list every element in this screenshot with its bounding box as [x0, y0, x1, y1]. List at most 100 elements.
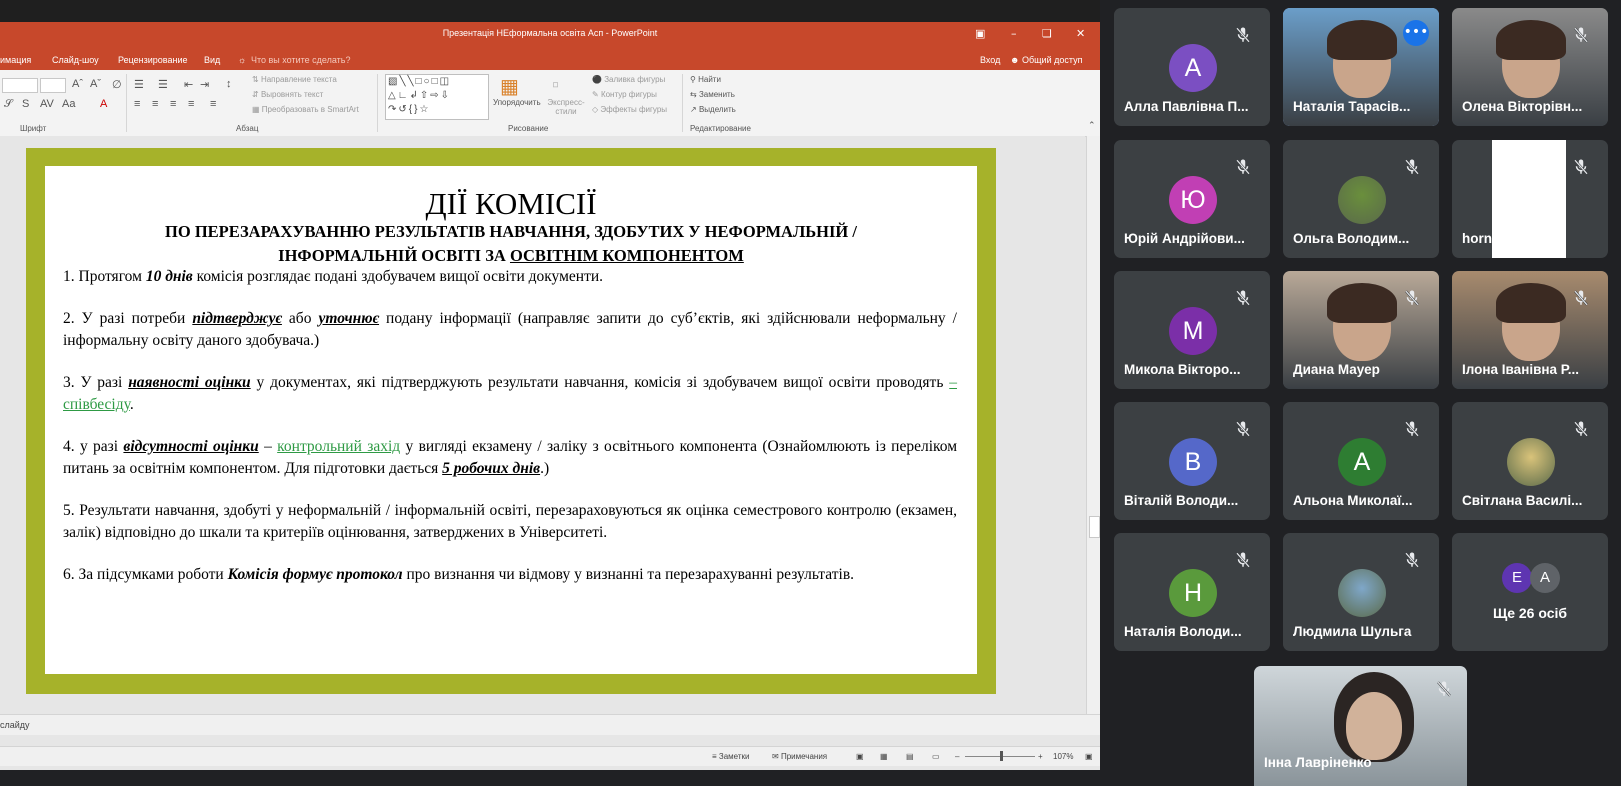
collapse-ribbon-icon[interactable]: ⌃: [1088, 120, 1096, 131]
ribbon-shape-fill[interactable]: ⚫ Заливка фигуры: [592, 75, 665, 84]
avatar-photo: [1338, 569, 1386, 617]
outdent-icon[interactable]: ⇥: [200, 78, 209, 91]
mic-off-icon: [1574, 421, 1588, 437]
case-icon[interactable]: Aa: [62, 98, 75, 110]
mic-off-icon: [1574, 27, 1588, 43]
comments-label: Примечания: [780, 752, 828, 761]
scroll-thumb[interactable]: [1089, 516, 1100, 538]
comments-button[interactable]: ✉ Примечания: [772, 752, 827, 761]
arrange-button[interactable]: Упорядочить: [493, 98, 541, 107]
signin-link[interactable]: Вход: [980, 55, 1000, 65]
slideshow-view-icon[interactable]: ▭: [932, 752, 940, 761]
status-bar-bottom: ≡ Заметки ✉ Примечания ▣ ▦ ▤ ▭ – + 107% …: [0, 746, 1100, 766]
ribbon-smartart[interactable]: ▦ Преобразовать в SmartArt: [252, 105, 359, 114]
ribbon-display-icon[interactable]: ▣: [975, 27, 985, 40]
item-1-b: 10 днів: [145, 268, 193, 285]
text-direction-icon: ⇅: [252, 75, 261, 84]
font-grow-icon[interactable]: Aˆ: [72, 78, 83, 90]
font-color-icon[interactable]: A: [100, 98, 107, 110]
participant-hair: [1327, 283, 1397, 323]
menu-review[interactable]: Рецензирование: [118, 55, 188, 65]
restore-icon[interactable]: ❏: [1042, 27, 1052, 40]
participant-name: Наталія Володи...: [1124, 624, 1242, 639]
participant-tile[interactable]: А Алла Павлівна П...: [1114, 8, 1270, 126]
reading-view-icon[interactable]: ▤: [906, 752, 914, 761]
sorter-view-icon[interactable]: ▦: [880, 752, 888, 761]
share-button[interactable]: Общий доступ: [1022, 55, 1082, 65]
more-participants-tile[interactable]: Е А Ще 26 осіб: [1452, 533, 1608, 651]
menu-animation[interactable]: имация: [0, 55, 31, 65]
item-1: 1. Протягом 10 днів комісія розглядає по…: [63, 266, 957, 288]
align-center-icon[interactable]: ≡: [152, 98, 158, 110]
zoom-in-icon[interactable]: +: [1038, 752, 1043, 761]
zoom-slider-thumb[interactable]: [1000, 751, 1003, 761]
quick-styles-button[interactable]: Экспресс-стили: [545, 98, 587, 116]
ribbon-shape-effects[interactable]: ◇ Эффекты фигуры: [592, 105, 667, 114]
participant-tile[interactable]: М Микола Вікторо...: [1114, 271, 1270, 389]
align-text-label: Выровнять текст: [260, 90, 324, 99]
zoom-level[interactable]: 107%: [1053, 752, 1073, 761]
ribbon-text-direction[interactable]: ⇅ Направление текста: [252, 75, 337, 84]
numbering-icon[interactable]: ☰: [158, 78, 168, 91]
spacing-icon[interactable]: AV: [40, 98, 54, 110]
close-icon[interactable]: ✕: [1076, 27, 1085, 40]
participant-name: Наталія Тарасів...: [1293, 99, 1411, 114]
more-options-icon[interactable]: •••: [1403, 20, 1429, 46]
font-name-input[interactable]: [2, 78, 38, 93]
status-bar: слайду: [0, 714, 1100, 735]
columns-icon[interactable]: ≡: [210, 98, 216, 110]
avatar: Е: [1502, 563, 1532, 593]
participant-tile[interactable]: Н Наталія Володи...: [1114, 533, 1270, 651]
justify-icon[interactable]: ≡: [188, 98, 194, 110]
font-shrink-icon[interactable]: Aˇ: [90, 78, 101, 90]
tell-me-search[interactable]: Что вы хотите сделать?: [251, 55, 351, 65]
participant-tile[interactable]: А Альона Миколаї...: [1283, 402, 1439, 520]
fit-slide-icon[interactable]: ▣: [1085, 752, 1093, 761]
vertical-scrollbar[interactable]: [1086, 136, 1100, 714]
zoom-out-icon[interactable]: –: [955, 752, 959, 761]
align-left-icon[interactable]: ≡: [134, 98, 140, 110]
item-2-a: 2. У разі потреби: [63, 310, 193, 327]
strike-icon[interactable]: 𝒮: [4, 98, 13, 111]
arrange-icon[interactable]: ▦: [500, 74, 519, 99]
align-right-icon[interactable]: ≡: [170, 98, 176, 110]
ribbon-replace[interactable]: ⇆ Заменить: [690, 90, 735, 99]
participant-name: Світлана Василі...: [1462, 493, 1583, 508]
shadow-icon[interactable]: S: [22, 98, 29, 110]
menu-view[interactable]: Вид: [204, 55, 220, 65]
top-strip: [0, 0, 1100, 22]
line-spacing-icon[interactable]: ↕: [226, 78, 232, 90]
indent-icon[interactable]: ⇤: [184, 78, 193, 91]
mic-off-icon: [1405, 159, 1419, 175]
participant-hair: [1327, 20, 1397, 60]
participant-tile[interactable]: Ілона Іванівна Р...: [1452, 271, 1608, 389]
ribbon-select[interactable]: ↗ Выделить: [690, 105, 736, 114]
menu-slideshow[interactable]: Слайд-шоу: [52, 55, 99, 65]
participant-tile[interactable]: Людмила Шульга: [1283, 533, 1439, 651]
align-text-icon: ⇵: [252, 90, 261, 99]
ribbon-shape-outline[interactable]: ✎ Контур фигуры: [592, 90, 657, 99]
font-size-input[interactable]: [40, 78, 66, 93]
self-view-tile[interactable]: Інна Лавріненко: [1254, 666, 1467, 786]
smartart-icon: ▦: [252, 105, 262, 114]
ribbon-find[interactable]: ⚲ Найти: [690, 75, 721, 84]
participant-tile[interactable]: Диана Мауер: [1283, 271, 1439, 389]
normal-view-icon[interactable]: ▣: [856, 752, 864, 761]
participant-tile[interactable]: Світлана Василі...: [1452, 402, 1608, 520]
participant-tile[interactable]: ••• Наталія Тарасів...: [1283, 8, 1439, 126]
quick-styles-icon[interactable]: ▫: [552, 74, 559, 97]
participant-tile[interactable]: В Віталій Володи...: [1114, 402, 1270, 520]
participant-tile[interactable]: Олена Вікторівн...: [1452, 8, 1608, 126]
ribbon-align-text[interactable]: ⇵ Выровнять текст: [252, 90, 323, 99]
participant-tile[interactable]: Ю Юрій Андрійови...: [1114, 140, 1270, 258]
minimize-icon[interactable]: –: [1011, 27, 1017, 40]
participant-tile[interactable]: hornet hornet: [1452, 140, 1608, 258]
participant-tile[interactable]: Ольга Володим...: [1283, 140, 1439, 258]
bullets-icon[interactable]: ☰: [134, 78, 144, 91]
notes-button[interactable]: ≡ Заметки: [712, 752, 750, 761]
item-6: 6. За підсумками роботи Комісія формує п…: [63, 564, 957, 586]
clear-format-icon[interactable]: ∅: [112, 78, 122, 91]
ribbon: Aˆ Aˇ ∅ 𝒮 S AV Aa A ☰ ☰ ⇤ ⇥ ↕ ≡ ≡ ≡ ≡ ≡ …: [0, 70, 1100, 137]
shapes-gallery[interactable]: ▧╲╲□○□◫ △∟↲⇧⇨⇩ ↷↺{}☆: [385, 74, 489, 120]
slide[interactable]: ДІЇ КОМІСІЇ ПО ПЕРЕЗАРАХУВАННЮ РЕЗУЛЬТАТ…: [26, 148, 996, 694]
